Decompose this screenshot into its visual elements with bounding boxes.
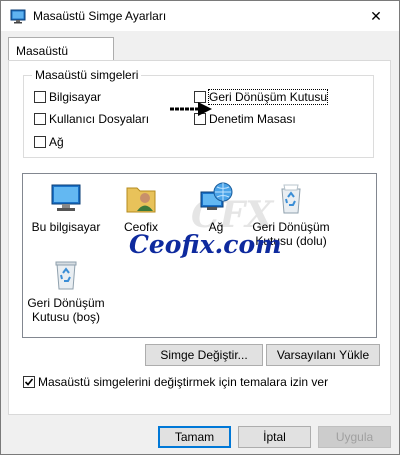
window-title: Masaüstü Simge Ayarları bbox=[33, 9, 167, 23]
desktop-settings-icon bbox=[10, 8, 26, 24]
desktop-icon-list[interactable]: CFX Bu bilgisayar Ceofix Ağ Geri Dönüşüm… bbox=[22, 173, 377, 338]
tab-panel: Masaüstü simgeleri Bilgisayar Kullanıcı … bbox=[8, 60, 391, 415]
checkbox-label: Denetim Masası bbox=[209, 112, 296, 126]
list-item-network[interactable]: Ağ bbox=[176, 180, 256, 234]
button-label: İptal bbox=[263, 430, 286, 444]
change-icon-button[interactable]: Simge Değiştir... bbox=[145, 344, 263, 366]
close-button[interactable]: ✕ bbox=[353, 1, 399, 31]
button-label: Uygula bbox=[335, 430, 374, 444]
checkbox-label: Ağ bbox=[49, 135, 64, 149]
checkbox-label: Bilgisayar bbox=[49, 90, 102, 104]
checkbox-label: Kullanıcı Dosyaları bbox=[49, 112, 150, 126]
title-bar: Masaüstü Simge Ayarları ✕ bbox=[1, 1, 399, 31]
list-item-label: Bu bilgisayar bbox=[31, 220, 101, 234]
button-label: Varsayılanı Yükle bbox=[276, 348, 370, 362]
checkmark-icon bbox=[24, 378, 34, 386]
button-label: Tamam bbox=[174, 430, 215, 444]
checkbox-computer[interactable]: Bilgisayar bbox=[34, 90, 101, 104]
groupbox-legend: Masaüstü simgeleri bbox=[32, 68, 142, 82]
checkbox-recycle-bin[interactable]: Geri Dönüşüm Kutusu bbox=[194, 89, 329, 105]
button-label: Simge Değiştir... bbox=[160, 348, 248, 362]
user-folder-icon bbox=[123, 180, 159, 216]
tab-desktop-icons[interactable]: Masaüstü Simgeleri bbox=[8, 37, 114, 72]
tab-strip: Masaüstü Simgeleri bbox=[1, 31, 399, 72]
apply-button[interactable]: Uygula bbox=[318, 426, 391, 448]
checkbox-label: Masaüstü simgelerini değiştirmek için te… bbox=[38, 375, 329, 389]
desktop-icons-groupbox: Masaüstü simgeleri Bilgisayar Kullanıcı … bbox=[23, 68, 374, 158]
checkbox-network[interactable]: Ağ bbox=[34, 135, 64, 149]
checkbox-box[interactable] bbox=[34, 113, 46, 125]
checkbox-box[interactable] bbox=[23, 376, 35, 388]
list-item-recycle-bin-empty[interactable]: Geri Dönüşüm Kutusu (boş) bbox=[26, 256, 106, 324]
cancel-button[interactable]: İptal bbox=[238, 426, 311, 448]
recycle-bin-full-icon bbox=[273, 180, 309, 216]
recycle-bin-empty-icon bbox=[48, 256, 84, 292]
list-item-this-pc[interactable]: Bu bilgisayar bbox=[26, 180, 106, 234]
list-item-user[interactable]: Ceofix bbox=[101, 180, 181, 234]
ok-button[interactable]: Tamam bbox=[158, 426, 231, 448]
checkbox-box[interactable] bbox=[34, 136, 46, 148]
dialog-window: Masaüstü Simge Ayarları ✕ Masaüstü Simge… bbox=[0, 0, 400, 455]
pointer-arrow-icon bbox=[170, 102, 212, 116]
checkbox-user-files[interactable]: Kullanıcı Dosyaları bbox=[34, 112, 149, 126]
list-item-label: Geri Dönüşüm Kutusu (boş) bbox=[27, 296, 105, 324]
close-icon: ✕ bbox=[370, 7, 382, 24]
checkbox-box[interactable] bbox=[34, 91, 46, 103]
checkbox-label: Geri Dönüşüm Kutusu bbox=[207, 89, 329, 105]
checkbox-allow-themes[interactable]: Masaüstü simgelerini değiştirmek için te… bbox=[23, 375, 328, 389]
watermark-text: Ceofix.com bbox=[129, 230, 282, 259]
restore-default-button[interactable]: Varsayılanı Yükle bbox=[266, 344, 380, 366]
computer-icon bbox=[48, 180, 84, 216]
network-icon bbox=[198, 180, 234, 216]
